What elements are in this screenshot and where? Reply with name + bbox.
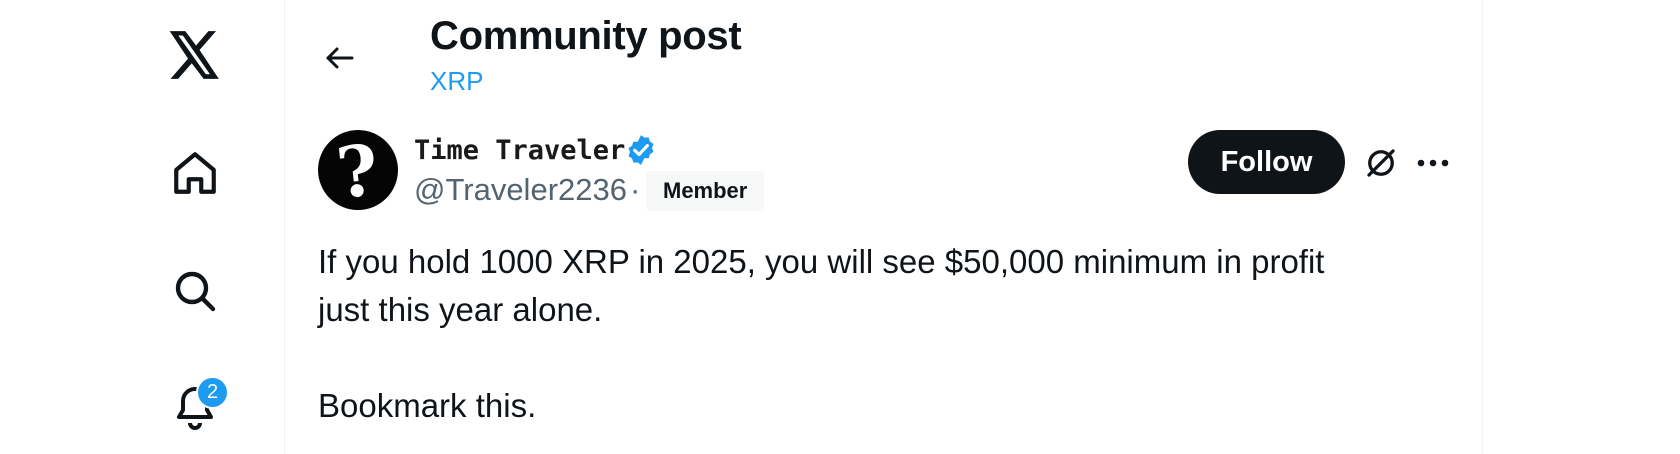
follow-button[interactable]: Follow [1188, 130, 1345, 194]
app: 2 Community post XRP ? Time Traveler @Tr… [0, 0, 1680, 454]
page-title: Community post [430, 14, 742, 58]
handle-separator: · [630, 172, 641, 207]
post-text-line: just this year alone. [318, 291, 603, 328]
community-link[interactable]: XRP [430, 66, 483, 97]
bell-icon[interactable]: 2 [166, 376, 229, 436]
avatar[interactable]: ? [318, 130, 398, 210]
post-text: If you hold 1000 XRP in 2025, you will s… [318, 238, 1458, 430]
left-nav: 2 [0, 0, 284, 454]
x-logo-icon[interactable] [166, 26, 224, 84]
column-divider-left [284, 0, 285, 454]
verified-badge-icon [628, 135, 654, 165]
column-divider-right [1482, 0, 1483, 454]
more-options-icon[interactable] [1412, 142, 1454, 184]
author-display-name[interactable]: Time Traveler [414, 135, 625, 166]
post-text-line: Bookmark this. [318, 387, 537, 424]
member-badge: Member [646, 171, 765, 211]
author-handle[interactable]: @Traveler2236 [414, 172, 627, 208]
notification-badge: 2 [196, 376, 229, 409]
post-text-line: If you hold 1000 XRP in 2025, you will s… [318, 243, 1325, 280]
home-icon[interactable] [166, 144, 224, 202]
arrow-left-icon [326, 47, 354, 69]
search-icon[interactable] [166, 262, 224, 320]
avatar-glyph: ? [333, 130, 383, 210]
back-button[interactable] [312, 30, 368, 86]
grok-icon[interactable] [1360, 142, 1402, 184]
